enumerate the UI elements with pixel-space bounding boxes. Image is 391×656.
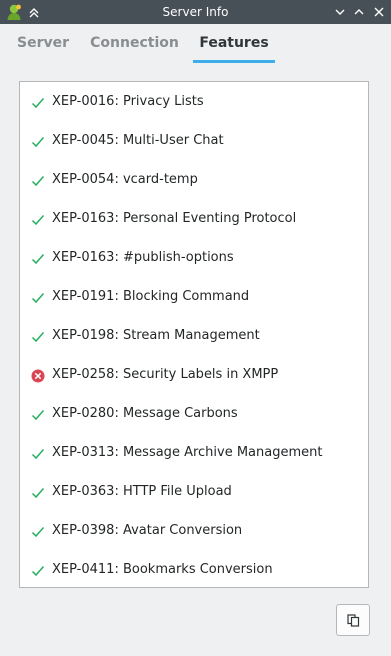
features-list[interactable]: XEP-0016: Privacy Lists XEP-0045: Multi-…: [19, 81, 369, 588]
copy-button[interactable]: [336, 604, 370, 636]
list-item[interactable]: XEP-0198: Stream Management: [20, 316, 368, 355]
list-item[interactable]: XEP-0411: Bookmarks Conversion: [20, 550, 368, 587]
tab-connection[interactable]: Connection: [88, 24, 181, 62]
check-icon: [31, 563, 45, 577]
check-icon: [31, 134, 45, 148]
list-item[interactable]: XEP-0258: Security Labels in XMPP: [20, 355, 368, 394]
list-item[interactable]: XEP-0054: vcard-temp: [20, 160, 368, 199]
feature-label: XEP-0163: Personal Eventing Protocol: [52, 211, 297, 226]
feature-label: XEP-0016: Privacy Lists: [52, 94, 204, 109]
check-icon: [31, 95, 45, 109]
close-icon[interactable]: [372, 5, 386, 19]
check-icon: [31, 290, 45, 304]
maximize-icon[interactable]: [352, 5, 366, 19]
check-icon: [31, 524, 45, 538]
tab-bar: Server Connection Features: [0, 24, 391, 88]
check-icon: [31, 446, 45, 460]
feature-label: XEP-0363: HTTP File Upload: [52, 484, 232, 499]
list-item[interactable]: XEP-0191: Blocking Command: [20, 277, 368, 316]
tab-connection-label: Connection: [90, 35, 179, 51]
feature-label: XEP-0258: Security Labels in XMPP: [52, 367, 279, 382]
list-item[interactable]: XEP-0016: Privacy Lists: [20, 82, 368, 121]
tab-features-label: Features: [199, 35, 269, 51]
tab-server-label: Server: [16, 35, 69, 51]
list-item[interactable]: XEP-0363: HTTP File Upload: [20, 472, 368, 511]
feature-label: XEP-0191: Blocking Command: [52, 289, 250, 304]
feature-label: XEP-0411: Bookmarks Conversion: [52, 562, 273, 577]
error-icon: [31, 368, 45, 383]
list-item[interactable]: XEP-0280: Message Carbons: [20, 394, 368, 433]
list-item[interactable]: XEP-0045: Multi-User Chat: [20, 121, 368, 160]
check-icon: [31, 329, 45, 343]
feature-label: XEP-0045: Multi-User Chat: [52, 133, 224, 148]
list-item[interactable]: XEP-0313: Message Archive Management: [20, 433, 368, 472]
list-item[interactable]: XEP-0398: Avatar Conversion: [20, 511, 368, 550]
copy-icon: [347, 614, 360, 627]
list-item[interactable]: XEP-0163: Personal Eventing Protocol: [20, 199, 368, 238]
tab-indicator: [193, 60, 275, 63]
minimize-icon[interactable]: [333, 5, 347, 19]
check-icon: [31, 407, 45, 421]
check-icon: [31, 173, 45, 187]
tab-server[interactable]: Server: [13, 24, 73, 62]
list-item[interactable]: XEP-0163: #publish-options: [20, 238, 368, 277]
feature-label: XEP-0313: Message Archive Management: [52, 445, 323, 460]
tab-features[interactable]: Features: [193, 24, 275, 63]
feature-label: XEP-0054: vcard-temp: [52, 172, 198, 187]
feature-label: XEP-0163: #publish-options: [52, 250, 234, 265]
feature-label: XEP-0398: Avatar Conversion: [52, 523, 243, 538]
feature-label: XEP-0280: Message Carbons: [52, 406, 238, 421]
feature-label: XEP-0198: Stream Management: [52, 328, 260, 343]
server-info-window: Server Info Server Connection Features X…: [0, 0, 391, 656]
check-icon: [31, 251, 45, 265]
features-panel: XEP-0016: Privacy Lists XEP-0045: Multi-…: [0, 64, 391, 656]
check-icon: [31, 485, 45, 499]
title-bar: Server Info: [0, 0, 391, 24]
check-icon: [31, 212, 45, 226]
